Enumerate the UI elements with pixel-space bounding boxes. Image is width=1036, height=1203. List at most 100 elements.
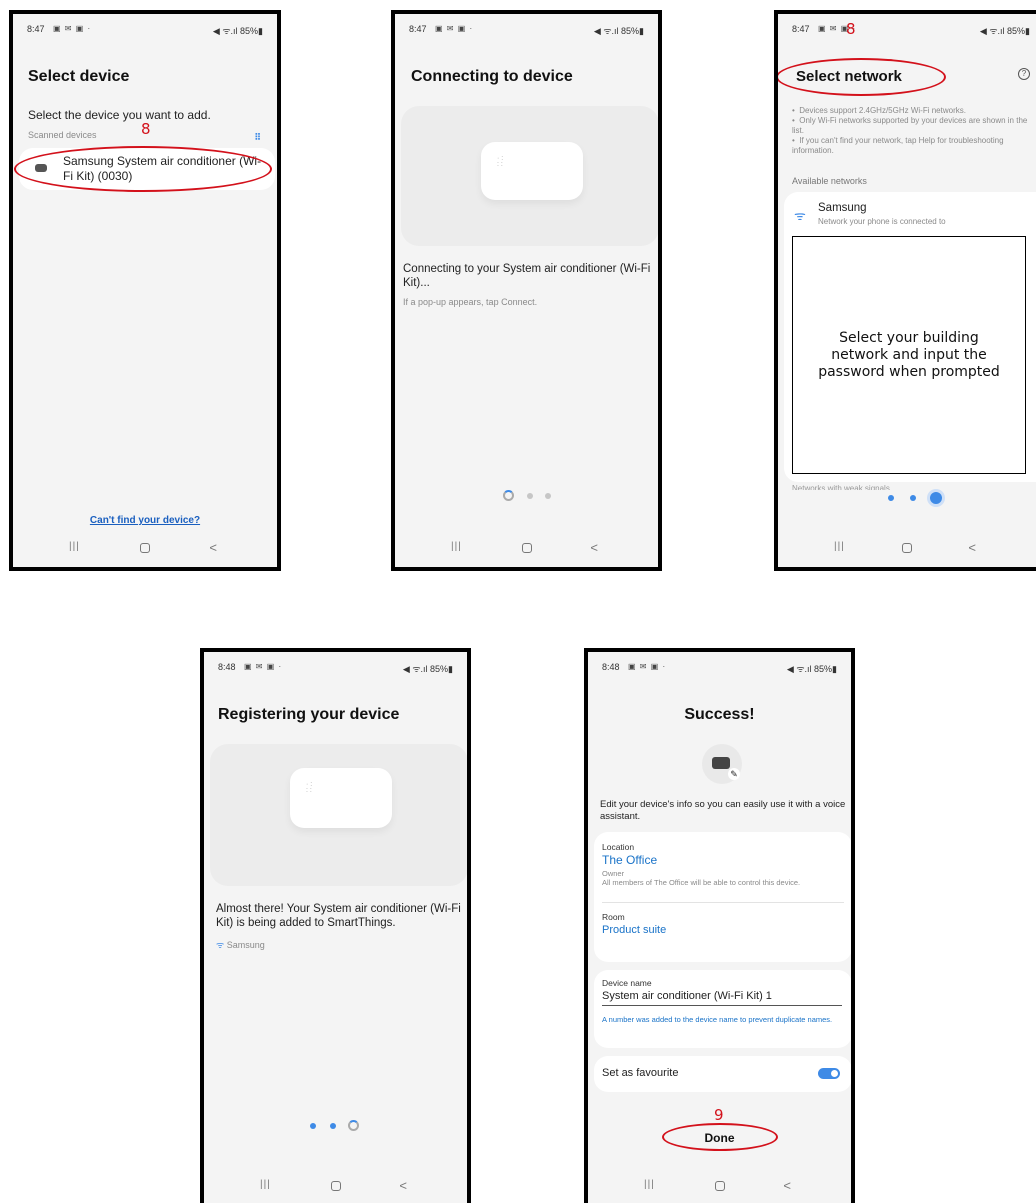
air-conditioner-illustration: · :: : <box>290 768 392 828</box>
back-button[interactable]: < <box>783 1178 791 1193</box>
status-right: ◀ ᯤ.ıl 85%▮ <box>979 26 1030 36</box>
favourite-toggle[interactable] <box>818 1068 840 1079</box>
connecting-message: Connecting to your System air conditione… <box>403 263 651 289</box>
cant-find-device-link[interactable]: Can't find your device? <box>13 515 277 526</box>
status-time: 8:48 <box>218 662 236 672</box>
phone-screen-success: 8:48 ▣ ✉ ▣ · ◀ ᯤ.ıl 85%▮ Success! ✎ Edit… <box>584 648 855 1203</box>
wifi-icon: ᯤ <box>216 940 227 950</box>
owner-label: Owner <box>602 869 625 878</box>
notification-icons: ▣ ✉ ▣ · <box>53 24 92 33</box>
air-conditioner-icon <box>712 757 730 769</box>
status-right: ◀ ᯤ.ıl 85%▮ <box>786 664 837 674</box>
select-prompt: Select the device you want to add. <box>28 108 211 122</box>
back-button[interactable]: < <box>209 540 217 555</box>
progress-dot <box>910 495 916 501</box>
recent-apps-button[interactable]: ||| <box>834 541 845 552</box>
device-name-card: Device name System air conditioner (Wi-F… <box>594 970 851 1048</box>
scanned-devices-header: Scanned devices <box>28 130 97 140</box>
weak-networks-header: Networks with weak signals <box>792 484 890 490</box>
back-button[interactable]: < <box>590 540 598 555</box>
system-nav-bar: ||| < <box>13 540 277 555</box>
progress-dots <box>503 490 563 502</box>
annotation-step-number: 8 <box>141 120 151 138</box>
info-bullet: • If you can't find your network, tap He… <box>792 136 1004 155</box>
edit-pencil-icon[interactable]: ✎ <box>728 768 740 780</box>
device-name-label: Device name <box>602 978 652 988</box>
home-button[interactable] <box>140 543 150 553</box>
status-bar: 8:48 ▣ ✉ ▣ · ◀ ᯤ.ıl 85%▮ <box>218 662 453 674</box>
network-name: Samsung <box>818 202 867 214</box>
wifi-locked-icon: ᯤ <box>794 208 806 223</box>
connected-network: ᯤ Samsung <box>216 938 265 951</box>
room-value[interactable]: Product suite <box>602 924 666 936</box>
divider <box>602 902 844 903</box>
progress-dots <box>310 1120 370 1132</box>
page-title: Connecting to device <box>411 68 573 85</box>
page-title: Registering your device <box>218 706 400 723</box>
system-nav-bar: ||| < <box>588 1178 851 1193</box>
annotation-ellipse <box>662 1123 778 1151</box>
system-nav-bar: ||| < <box>778 540 1036 555</box>
info-bullet: • Devices support 2.4GHz/5GHz Wi-Fi netw… <box>792 106 966 115</box>
status-right: ◀ ᯤ.ıl 85%▮ <box>402 664 453 674</box>
phone-screen-registering: 8:48 ▣ ✉ ▣ · ◀ ᯤ.ıl 85%▮ Registering you… <box>200 648 471 1203</box>
home-button[interactable] <box>902 543 912 553</box>
device-avatar: ✎ <box>702 744 742 784</box>
status-bar: 8:47 ▣ ✉ ▣ · ◀ ᯤ.ıl 85%▮ <box>792 24 1030 36</box>
favourite-card: Set as favourite <box>594 1056 851 1092</box>
room-label: Room <box>602 912 625 922</box>
back-button[interactable]: < <box>968 540 976 555</box>
status-time: 8:47 <box>409 24 427 34</box>
location-value[interactable]: The Office <box>602 853 657 867</box>
phone-screen-connecting: 8:47 ▣ ✉ ▣ · ◀ ᯤ.ıl 85%▮ Connecting to d… <box>391 10 662 571</box>
device-illustration-card: · :: : <box>210 744 467 886</box>
status-time: 8:47 <box>27 24 45 34</box>
recent-apps-button[interactable]: ||| <box>69 541 80 552</box>
network-info-bullets: • Devices support 2.4GHz/5GHz Wi-Fi netw… <box>792 106 1036 156</box>
status-bar: 8:48 ▣ ✉ ▣ · ◀ ᯤ.ıl 85%▮ <box>602 662 837 674</box>
back-button[interactable]: < <box>399 1178 407 1193</box>
home-button[interactable] <box>521 543 532 553</box>
progress-dots <box>888 492 948 504</box>
progress-spinner-icon <box>348 1120 359 1131</box>
recent-apps-button[interactable]: ||| <box>644 1179 655 1190</box>
system-nav-bar: ||| < <box>204 1178 467 1193</box>
recent-apps-button[interactable]: ||| <box>451 541 462 552</box>
edit-info-message: Edit your device's info so you can easil… <box>600 799 846 822</box>
help-icon[interactable]: ? <box>1018 68 1030 80</box>
notification-icons: ▣ ✉ ▣ · <box>244 662 283 671</box>
instruction-callout: Select your building network and input t… <box>792 236 1026 474</box>
home-button[interactable] <box>714 1181 725 1191</box>
network-item-samsung[interactable]: ᯤ Samsung Network your phone is connecte… <box>784 192 1036 236</box>
owner-note: All members of The Office will be able t… <box>602 878 801 887</box>
device-name-field[interactable]: System air conditioner (Wi-Fi Kit) 1 <box>602 990 842 1006</box>
progress-dot-current <box>930 492 942 504</box>
favourite-label: Set as favourite <box>602 1067 679 1079</box>
location-label: Location <box>602 842 635 852</box>
status-time: 8:48 <box>602 662 620 672</box>
progress-dot <box>310 1123 316 1129</box>
available-networks-header: Available networks <box>792 176 867 186</box>
status-bar: 8:47 ▣ ✉ ▣ · ◀ ᯤ.ıl 85%▮ <box>27 24 263 36</box>
notification-icons: ▣ ✉ ▣ · <box>435 24 474 33</box>
status-right: ◀ ᯤ.ıl 85%▮ <box>212 26 263 36</box>
registering-message: Almost there! Your System air conditione… <box>216 903 461 929</box>
progress-dot <box>330 1123 336 1129</box>
progress-dot <box>545 493 551 499</box>
location-room-card: Location The Office Owner All members of… <box>594 832 851 962</box>
indicator-lights-icon: · :: : <box>306 781 313 794</box>
air-conditioner-illustration: · :: : <box>481 142 583 200</box>
status-time: 8:47 <box>792 24 810 34</box>
device-name-note: A number was added to the device name to… <box>602 1015 833 1024</box>
home-button[interactable] <box>330 1181 341 1191</box>
recent-apps-button[interactable]: ||| <box>260 1179 271 1190</box>
popup-hint: If a pop-up appears, tap Connect. <box>403 297 538 307</box>
device-illustration-card: · :: : <box>401 106 658 246</box>
info-bullet: • Only Wi-Fi networks supported by your … <box>792 116 1028 135</box>
toggle-knob <box>831 1070 838 1077</box>
page-title: Success! <box>684 706 755 723</box>
progress-spinner-icon <box>503 490 514 501</box>
annotation-step-number: 9 <box>714 1106 724 1124</box>
network-name: Samsung <box>226 940 265 950</box>
system-nav-bar: ||| < <box>395 540 658 555</box>
